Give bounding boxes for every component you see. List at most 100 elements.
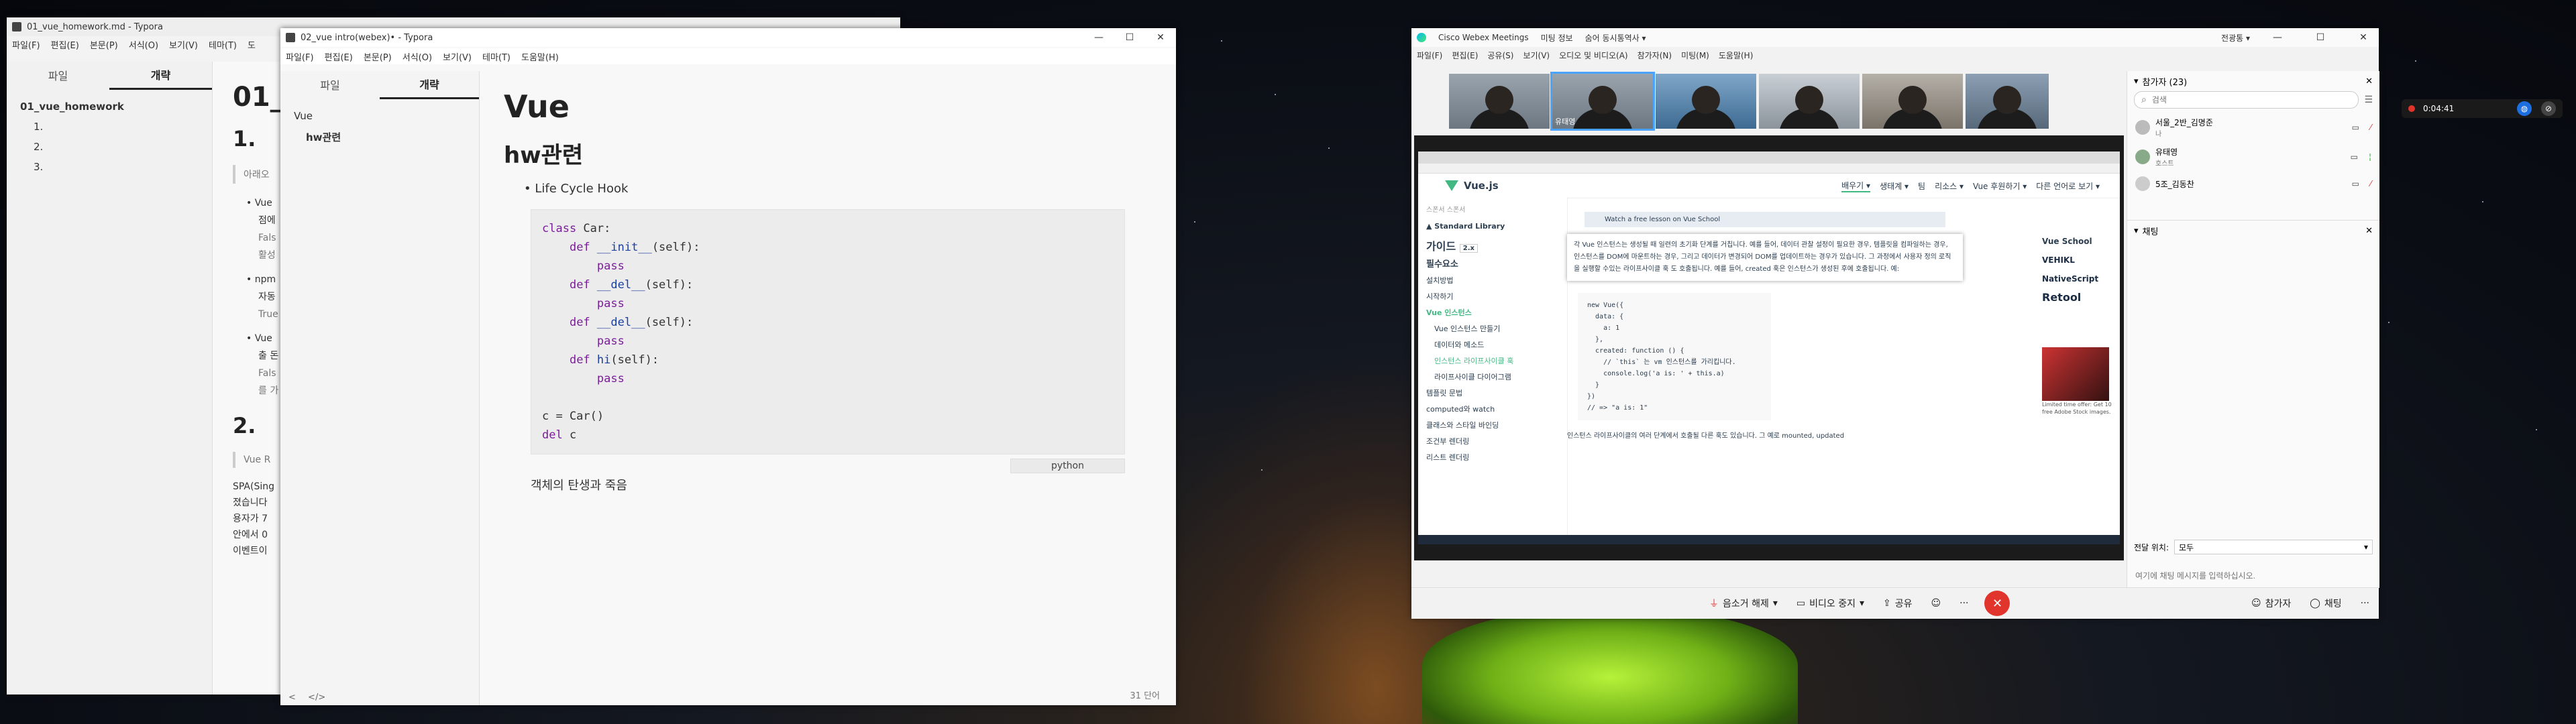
camera-icon[interactable]: ▭ [2352, 179, 2359, 188]
video-thumbnail[interactable] [1449, 74, 1550, 129]
close-icon[interactable]: ✕ [2348, 32, 2379, 43]
maximize-icon[interactable]: ☐ [1114, 32, 1145, 43]
sidebar-link[interactable]: 데이터와 메소드 [1426, 337, 1567, 353]
menu-format[interactable]: 서식(O) [402, 50, 432, 63]
panel-toggle-icon[interactable]: ▾ [2134, 226, 2139, 236]
participant-row[interactable]: 5조_김동찬 ▭ ⁄ [2127, 172, 2379, 196]
menu-edit[interactable]: 편집(E) [325, 50, 353, 63]
outline-item[interactable]: Vue [280, 106, 479, 126]
menu-theme[interactable]: 테마(T) [482, 50, 511, 63]
menu-format[interactable]: 서식(O) [129, 38, 158, 51]
sidebar-link[interactable]: 템플릿 문법 [1426, 385, 1567, 402]
outline-item[interactable]: 1. [7, 117, 212, 137]
close-icon[interactable]: ✕ [2365, 76, 2373, 86]
nav-resources[interactable]: 리소스 ▾ [1935, 180, 1964, 192]
participant-row[interactable]: 서울_2반_김명준 나 ▭ ⁄ [2127, 113, 2379, 142]
sponsor-vue-school[interactable]: Vue School [2042, 232, 2116, 251]
tab-outline[interactable]: 개략 [109, 61, 212, 90]
menu-edit[interactable]: 편집(E) [51, 38, 79, 51]
stop-video-button[interactable]: ▭ 비디오 중지 ▾ [1787, 593, 1874, 614]
menu-meeting[interactable]: 미팅(M) [1681, 50, 1709, 61]
reactions-button[interactable]: ☺ [1922, 593, 1951, 614]
sidebar-link[interactable]: 리스트 렌더링 [1426, 450, 1567, 466]
participants-button[interactable]: ☺ 참가자 [2242, 593, 2300, 614]
menu-file[interactable]: 파일(F) [286, 50, 314, 63]
video-thumbnail[interactable] [1862, 74, 1963, 129]
share-button[interactable]: ⇪ 공유 [1874, 593, 1922, 614]
source-code-icon[interactable]: </> [308, 692, 325, 703]
mic-muted-icon[interactable]: ⁄ [2370, 179, 2371, 188]
video-thumbnail[interactable]: 유태영 [1550, 72, 1655, 131]
menu-view[interactable]: 보기(V) [1523, 50, 1550, 61]
minimize-icon[interactable]: — [1083, 32, 1114, 43]
send-to-select[interactable]: 모두 ▾ [2174, 540, 2373, 554]
mic-muted-icon[interactable]: ⁄ [2370, 123, 2371, 132]
participant-search-input[interactable] [2150, 95, 2341, 105]
more-options-button[interactable]: ··· [2351, 593, 2379, 614]
sponsor-vehikl[interactable]: VEHIKL [2042, 251, 2116, 269]
word-count[interactable]: 31 단어 [1130, 688, 1160, 701]
nav-ecosystem[interactable]: 생태계 ▾ [1880, 180, 1909, 192]
unmute-button[interactable]: ⏚ 음소거 해제 ▾ [1700, 593, 1787, 614]
meeting-info-tab[interactable]: 미팅 정보 [1541, 32, 1573, 44]
sidebar-link[interactable]: 시작하기 [1426, 289, 1567, 305]
menu-view[interactable]: 보기(V) [443, 50, 472, 63]
video-off-icon[interactable]: ⊘ [2541, 101, 2556, 116]
video-thumbnail[interactable] [1656, 74, 1756, 129]
version-select[interactable]: 2.x [1459, 244, 1478, 253]
menu-file[interactable]: 파일(F) [1417, 50, 1442, 61]
sidebar-link[interactable]: Vue 인스턴스 [1426, 305, 1567, 321]
back-icon[interactable]: < [288, 692, 296, 703]
sidebar-link[interactable]: 설치방법 [1426, 273, 1567, 289]
sidebar-link[interactable]: 라이프사이클 다이어그램 [1426, 369, 1567, 385]
chat-button[interactable]: ◯ 채팅 [2300, 593, 2351, 614]
menu-theme[interactable]: 테마(T) [209, 38, 237, 51]
camera-icon[interactable]: ▭ [2352, 123, 2359, 132]
participant-row[interactable]: 유태영 호스트 ▭ ¦ [2127, 142, 2379, 172]
menu-paragraph[interactable]: 본문(P) [90, 38, 118, 51]
user-menu[interactable]: 전광통 ▾ [2221, 32, 2250, 44]
sidebar-link[interactable]: computed와 watch [1426, 402, 1567, 418]
nav-translations[interactable]: 다른 언어로 보기 ▾ [2036, 180, 2100, 192]
nav-learn[interactable]: 배우기 ▾ [1841, 180, 1871, 192]
menu-help[interactable]: 도 [248, 38, 256, 51]
menu-share[interactable]: 공유(S) [1487, 50, 1513, 61]
sidebar-link[interactable]: 조건부 렌더링 [1426, 434, 1567, 450]
lesson-banner[interactable]: Watch a free lesson on Vue School [1585, 212, 1945, 227]
interpreter-tab[interactable]: 숨어 동시통역사 ▾ [1585, 32, 1646, 44]
mic-active-icon[interactable]: ¦ [2369, 152, 2371, 162]
sort-icon[interactable]: ☰ [2364, 95, 2373, 105]
panel-toggle-icon[interactable]: ▾ [2134, 76, 2139, 86]
outline-item[interactable]: 01_vue_homework [7, 97, 212, 117]
menu-participants[interactable]: 참가자(N) [1638, 50, 1672, 61]
camera-icon[interactable]: ▭ [2351, 152, 2358, 162]
leave-meeting-button[interactable]: ✕ [1984, 591, 2010, 616]
menu-paragraph[interactable]: 본문(P) [364, 50, 392, 63]
code-language-label[interactable]: python [1010, 459, 1125, 473]
video-thumbnail[interactable] [1759, 74, 1860, 129]
menu-help[interactable]: 도움말(H) [521, 50, 559, 63]
ad-image[interactable] [2042, 347, 2109, 401]
tab-files[interactable]: 파일 [280, 71, 380, 98]
outline-item[interactable]: 3. [7, 157, 212, 177]
close-icon[interactable]: ✕ [2365, 226, 2373, 236]
tab-outline[interactable]: 개략 [380, 70, 479, 99]
tab-files[interactable]: 파일 [7, 62, 109, 88]
maximize-icon[interactable]: ☐ [2305, 32, 2336, 43]
chat-input[interactable] [2134, 570, 2365, 581]
sponsor-retool[interactable]: Retool [2042, 288, 2116, 307]
outline-item[interactable]: 2. [7, 137, 212, 157]
code-block[interactable]: class Car: def __init__(self): pass def … [531, 209, 1125, 473]
nav-support[interactable]: Vue 후원하기 ▾ [1973, 180, 2027, 192]
minimize-icon[interactable]: — [2262, 32, 2293, 43]
sidebar-link[interactable]: 인스턴스 라이프사이클 훅 [1426, 353, 1567, 369]
menu-help[interactable]: 도움말(H) [1719, 50, 1754, 61]
menu-edit[interactable]: 편집(E) [1452, 50, 1478, 61]
sponsor-nativescript[interactable]: NativeScript [2042, 269, 2116, 288]
nav-team[interactable]: 팀 [1918, 180, 1925, 192]
video-thumbnail[interactable] [1966, 74, 2049, 129]
menu-audio-video[interactable]: 오디오 및 비디오(A) [1559, 50, 1627, 61]
sidebar-link[interactable]: Vue 인스턴스 만들기 [1426, 321, 1567, 337]
participants-icon[interactable]: ◍ [2517, 101, 2532, 116]
editor[interactable]: Vue hw관련 • Life Cycle Hook class Car: de… [480, 71, 1176, 705]
